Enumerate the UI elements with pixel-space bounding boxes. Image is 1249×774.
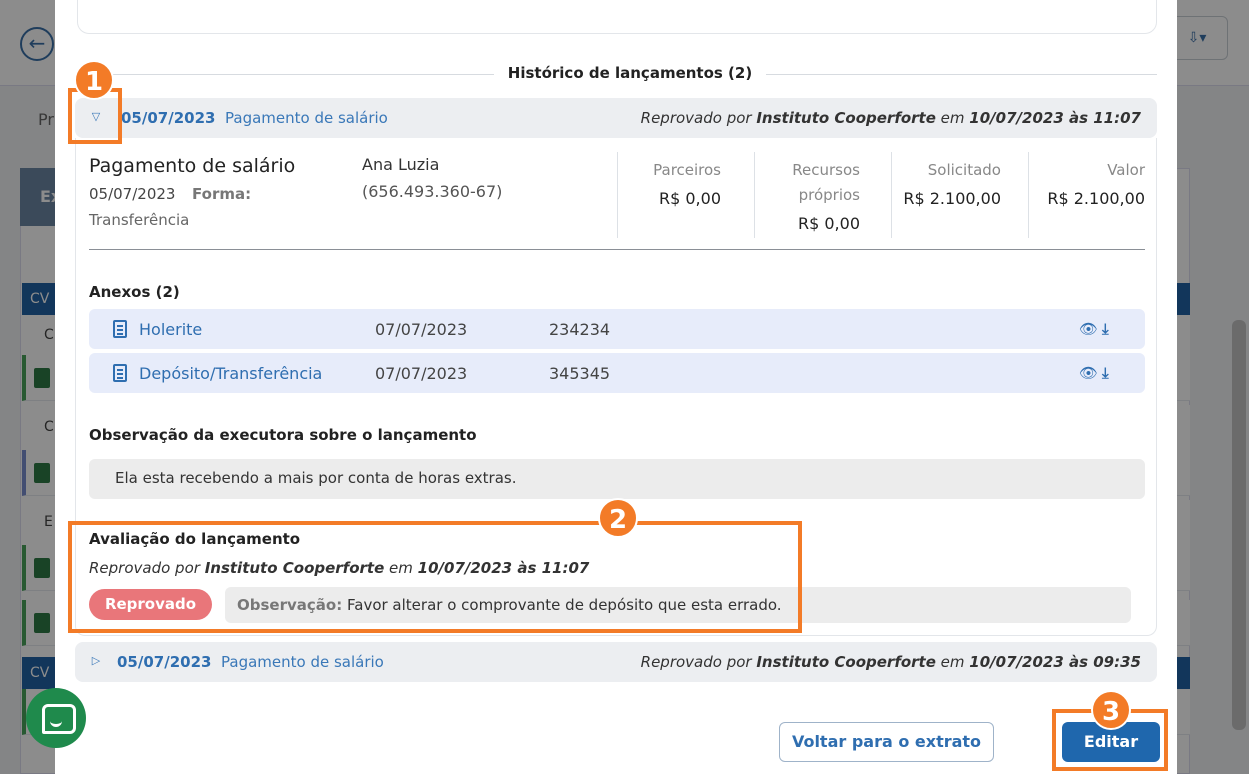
attachment-date: 07/07/2023 xyxy=(375,320,468,339)
attachment-name[interactable]: Depósito/Transferência xyxy=(139,364,322,383)
history-title-row: Histórico de lançamentos (2) xyxy=(103,64,1157,86)
forma-label: Forma: xyxy=(192,185,252,203)
entry-description[interactable]: Pagamento de salário xyxy=(225,109,388,127)
history-title-container: Histórico de lançamentos (2) xyxy=(103,64,1157,82)
value-label: Recursos próprios xyxy=(792,161,860,204)
history-title: Histórico de lançamentos (2) xyxy=(493,64,767,82)
annotation-number-2: 2 xyxy=(598,498,638,538)
status-org: Instituto Cooperforte xyxy=(756,653,936,671)
status-mid: em xyxy=(940,109,965,127)
top-card xyxy=(77,0,1157,34)
forma-value: Transferência xyxy=(89,211,190,229)
value-col-valor: Valor R$ 2.100,00 xyxy=(1028,152,1145,238)
annotation-number-3: 3 xyxy=(1091,690,1131,730)
value-col-recursos: Recursos próprios R$ 0,00 xyxy=(754,152,878,238)
value-amount: R$ 2.100,00 xyxy=(903,189,1001,208)
observation-text: Ela esta recebendo a mais por conta de h… xyxy=(89,459,1145,499)
attachment-name[interactable]: Holerite xyxy=(139,320,202,339)
document-icon xyxy=(113,320,127,338)
document-icon xyxy=(113,364,127,382)
status-when: 10/07/2023 às 11:07 xyxy=(969,109,1141,127)
value-col-solicitado: Solicitado R$ 2.100,00 xyxy=(891,152,1015,238)
status-prefix: Reprovado por xyxy=(640,653,752,671)
entry-bar-1[interactable]: ▽ 05/07/2023 Pagamento de salário Reprov… xyxy=(75,98,1157,138)
attachment-number: 345345 xyxy=(549,364,611,383)
detail-date: 05/07/2023 xyxy=(89,185,176,203)
entry-status: Reprovado por Instituto Cooperforte em 1… xyxy=(641,653,1141,671)
attachment-row[interactable]: Holerite 07/07/2023 234234 👁 ⤓ xyxy=(89,309,1145,349)
annotation-box-2 xyxy=(68,521,802,633)
status-org: Instituto Cooperforte xyxy=(756,109,936,127)
value-label: Parceiros xyxy=(653,161,721,179)
eye-icon[interactable]: 👁 xyxy=(1079,365,1099,381)
entry-description[interactable]: Pagamento de salário xyxy=(221,653,384,671)
value-amount: R$ 0,00 xyxy=(797,214,860,233)
back-to-statement-button[interactable]: Voltar para o extrato xyxy=(779,722,994,762)
value-amount: R$ 2.100,00 xyxy=(1047,189,1145,208)
entry-date: 05/07/2023 xyxy=(117,653,212,671)
caret-right-icon[interactable]: ▷ xyxy=(89,654,103,668)
entry-status: Reprovado por Instituto Cooperforte em 1… xyxy=(641,109,1141,127)
attachment-date: 07/07/2023 xyxy=(375,364,468,383)
detail-divider xyxy=(89,249,1145,250)
observation-title: Observação da executora sobre o lançamen… xyxy=(89,426,477,444)
annotation-number-1: 1 xyxy=(74,60,114,100)
attachment-row[interactable]: Depósito/Transferência 07/07/2023 345345… xyxy=(89,353,1145,393)
status-prefix: Reprovado por xyxy=(640,109,752,127)
attachments-title: Anexos (2) xyxy=(89,283,180,301)
download-icon[interactable]: ⤓ xyxy=(1102,364,1120,382)
download-icon[interactable]: ⤓ xyxy=(1102,320,1120,338)
eye-icon[interactable]: 👁 xyxy=(1079,321,1099,337)
entry-date: 05/07/2023 xyxy=(121,109,216,127)
status-when: 10/07/2023 às 09:35 xyxy=(969,653,1141,671)
value-col-parceiros: Parceiros R$ 0,00 xyxy=(617,152,741,238)
status-mid: em xyxy=(940,653,965,671)
entry-bar-2[interactable]: ▷ 05/07/2023 Pagamento de salário Reprov… xyxy=(75,642,1157,682)
entry-history-modal: Histórico de lançamentos (2) ▽ 05/07/202… xyxy=(55,0,1177,774)
person-document: (656.493.360-67) xyxy=(362,182,503,201)
attachment-number: 234234 xyxy=(549,320,611,339)
person-name: Ana Luzia xyxy=(362,155,440,174)
value-amount: R$ 0,00 xyxy=(658,189,721,208)
chat-icon[interactable] xyxy=(26,688,86,748)
value-label: Valor xyxy=(1107,161,1145,179)
value-label: Solicitado xyxy=(927,161,1001,179)
detail-title: Pagamento de salário xyxy=(89,155,296,177)
